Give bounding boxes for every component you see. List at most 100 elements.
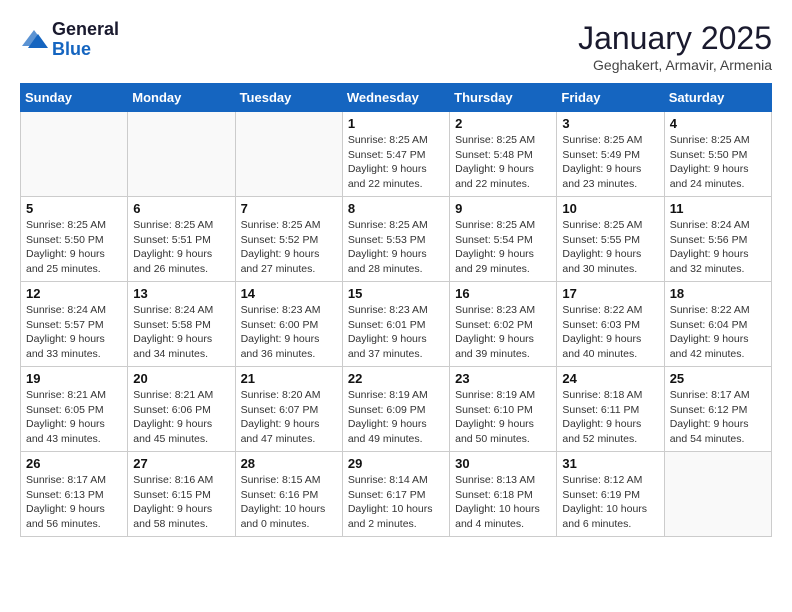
day-info: Sunrise: 8:25 AMSunset: 5:53 PMDaylight:… <box>348 218 444 277</box>
day-info: Sunrise: 8:25 AMSunset: 5:51 PMDaylight:… <box>133 218 229 277</box>
day-number: 22 <box>348 371 444 386</box>
week-row-2: 5Sunrise: 8:25 AMSunset: 5:50 PMDaylight… <box>21 197 772 282</box>
calendar-cell: 12Sunrise: 8:24 AMSunset: 5:57 PMDayligh… <box>21 282 128 367</box>
logo-text: General Blue <box>52 20 119 60</box>
week-row-4: 19Sunrise: 8:21 AMSunset: 6:05 PMDayligh… <box>21 367 772 452</box>
calendar-cell: 5Sunrise: 8:25 AMSunset: 5:50 PMDaylight… <box>21 197 128 282</box>
calendar-cell: 19Sunrise: 8:21 AMSunset: 6:05 PMDayligh… <box>21 367 128 452</box>
day-info: Sunrise: 8:15 AMSunset: 6:16 PMDaylight:… <box>241 473 337 532</box>
day-number: 5 <box>26 201 122 216</box>
day-number: 24 <box>562 371 658 386</box>
day-number: 28 <box>241 456 337 471</box>
day-number: 11 <box>670 201 766 216</box>
day-number: 26 <box>26 456 122 471</box>
calendar-cell <box>664 452 771 537</box>
calendar-cell: 25Sunrise: 8:17 AMSunset: 6:12 PMDayligh… <box>664 367 771 452</box>
week-row-1: 1 Sunrise: 8:25 AMSunset: 5:47 PMDaylight… <box>21 112 772 197</box>
day-info: Sunrise: 8:13 AMSunset: 6:18 PMDaylight:… <box>455 473 551 532</box>
weekday-header-tuesday: Tuesday <box>235 84 342 112</box>
day-info: Sunrise: 8:20 AMSunset: 6:07 PMDaylight:… <box>241 388 337 447</box>
day-info: Sunrise: 8:19 AMSunset: 6:10 PMDaylight:… <box>455 388 551 447</box>
day-info: Sunrise: 8:19 AMSunset: 6:09 PMDaylight:… <box>348 388 444 447</box>
calendar-cell: 26 Sunrise: 8:17 AMSunset: 6:13 PMDayligh… <box>21 452 128 537</box>
day-info: Sunrise: 8:24 AMSunset: 5:58 PMDaylight:… <box>133 303 229 362</box>
day-number: 21 <box>241 371 337 386</box>
day-number: 7 <box>241 201 337 216</box>
logo-general: General <box>52 20 119 40</box>
day-number: 14 <box>241 286 337 301</box>
day-number: 20 <box>133 371 229 386</box>
calendar-cell: 21 Sunrise: 8:20 AMSunset: 6:07 PMDayligh… <box>235 367 342 452</box>
calendar-cell: 30 Sunrise: 8:13 AMSunset: 6:18 PMDayligh… <box>450 452 557 537</box>
day-info: Sunrise: 8:17 AMSunset: 6:13 PMDaylight:… <box>26 473 122 532</box>
page: General Blue January 2025 Geghakert, Arm… <box>0 0 792 547</box>
weekday-header-monday: Monday <box>128 84 235 112</box>
day-info: Sunrise: 8:25 AMSunset: 5:55 PMDaylight:… <box>562 218 658 277</box>
day-number: 2 <box>455 116 551 131</box>
calendar-cell: 29Sunrise: 8:14 AMSunset: 6:17 PMDayligh… <box>342 452 449 537</box>
weekday-header-wednesday: Wednesday <box>342 84 449 112</box>
day-number: 17 <box>562 286 658 301</box>
calendar-cell: 7 Sunrise: 8:25 AMSunset: 5:52 PMDaylight… <box>235 197 342 282</box>
day-info: Sunrise: 8:14 AMSunset: 6:17 PMDaylight:… <box>348 473 444 532</box>
calendar-cell: 13Sunrise: 8:24 AMSunset: 5:58 PMDayligh… <box>128 282 235 367</box>
calendar-cell: 16 Sunrise: 8:23 AMSunset: 6:02 PMDayligh… <box>450 282 557 367</box>
day-info: Sunrise: 8:25 AMSunset: 5:50 PMDaylight:… <box>670 133 766 192</box>
day-info: Sunrise: 8:18 AMSunset: 6:11 PMDaylight:… <box>562 388 658 447</box>
day-number: 16 <box>455 286 551 301</box>
month-title: January 2025 <box>578 20 772 57</box>
calendar-table: SundayMondayTuesdayWednesdayThursdayFrid… <box>20 83 772 537</box>
day-info: Sunrise: 8:24 AMSunset: 5:56 PMDaylight:… <box>670 218 766 277</box>
calendar-cell: 23 Sunrise: 8:19 AMSunset: 6:10 PMDayligh… <box>450 367 557 452</box>
calendar-cell: 15Sunrise: 8:23 AMSunset: 6:01 PMDayligh… <box>342 282 449 367</box>
calendar-cell: 24 Sunrise: 8:18 AMSunset: 6:11 PMDayligh… <box>557 367 664 452</box>
calendar-cell: 6 Sunrise: 8:25 AMSunset: 5:51 PMDaylight… <box>128 197 235 282</box>
day-info: Sunrise: 8:24 AMSunset: 5:57 PMDaylight:… <box>26 303 122 362</box>
calendar-cell <box>21 112 128 197</box>
day-number: 23 <box>455 371 551 386</box>
day-info: Sunrise: 8:25 AMSunset: 5:54 PMDaylight:… <box>455 218 551 277</box>
calendar-cell: 8Sunrise: 8:25 AMSunset: 5:53 PMDaylight… <box>342 197 449 282</box>
calendar-cell: 28 Sunrise: 8:15 AMSunset: 6:16 PMDayligh… <box>235 452 342 537</box>
day-info: Sunrise: 8:16 AMSunset: 6:15 PMDaylight:… <box>133 473 229 532</box>
day-info: Sunrise: 8:25 AMSunset: 5:52 PMDaylight:… <box>241 218 337 277</box>
calendar-cell: 3Sunrise: 8:25 AMSunset: 5:49 PMDaylight… <box>557 112 664 197</box>
week-row-3: 12Sunrise: 8:24 AMSunset: 5:57 PMDayligh… <box>21 282 772 367</box>
calendar-cell <box>128 112 235 197</box>
day-info: Sunrise: 8:12 AMSunset: 6:19 PMDaylight:… <box>562 473 658 532</box>
header: General Blue January 2025 Geghakert, Arm… <box>20 20 772 73</box>
calendar-cell: 14Sunrise: 8:23 AMSunset: 6:00 PMDayligh… <box>235 282 342 367</box>
day-info: Sunrise: 8:17 AMSunset: 6:12 PMDaylight:… <box>670 388 766 447</box>
calendar-cell <box>235 112 342 197</box>
logo-icon <box>20 26 48 54</box>
logo: General Blue <box>20 20 119 60</box>
calendar-cell: 31Sunrise: 8:12 AMSunset: 6:19 PMDayligh… <box>557 452 664 537</box>
calendar-cell: 27Sunrise: 8:16 AMSunset: 6:15 PMDayligh… <box>128 452 235 537</box>
day-number: 9 <box>455 201 551 216</box>
week-row-5: 26 Sunrise: 8:17 AMSunset: 6:13 PMDayligh… <box>21 452 772 537</box>
day-info: Sunrise: 8:22 AMSunset: 6:04 PMDaylight:… <box>670 303 766 362</box>
day-info: Sunrise: 8:21 AMSunset: 6:06 PMDaylight:… <box>133 388 229 447</box>
day-number: 15 <box>348 286 444 301</box>
day-number: 30 <box>455 456 551 471</box>
logo-blue: Blue <box>52 40 119 60</box>
day-number: 1 <box>348 116 444 131</box>
weekday-header-thursday: Thursday <box>450 84 557 112</box>
day-number: 18 <box>670 286 766 301</box>
calendar-cell: 22 Sunrise: 8:19 AMSunset: 6:09 PMDayligh… <box>342 367 449 452</box>
calendar-cell: 9 Sunrise: 8:25 AMSunset: 5:54 PMDaylight… <box>450 197 557 282</box>
weekday-header-friday: Friday <box>557 84 664 112</box>
day-number: 3 <box>562 116 658 131</box>
calendar-cell: 20 Sunrise: 8:21 AMSunset: 6:06 PMDayligh… <box>128 367 235 452</box>
location-subtitle: Geghakert, Armavir, Armenia <box>578 57 772 73</box>
calendar-cell: 10Sunrise: 8:25 AMSunset: 5:55 PMDayligh… <box>557 197 664 282</box>
day-info: Sunrise: 8:21 AMSunset: 6:05 PMDaylight:… <box>26 388 122 447</box>
day-number: 4 <box>670 116 766 131</box>
day-info: Sunrise: 8:23 AMSunset: 6:02 PMDaylight:… <box>455 303 551 362</box>
day-info: Sunrise: 8:25 AMSunset: 5:48 PMDaylight:… <box>455 133 551 192</box>
day-info: Sunrise: 8:22 AMSunset: 6:03 PMDaylight:… <box>562 303 658 362</box>
day-number: 6 <box>133 201 229 216</box>
calendar-cell: 2 Sunrise: 8:25 AMSunset: 5:48 PMDaylight… <box>450 112 557 197</box>
calendar-cell: 17 Sunrise: 8:22 AMSunset: 6:03 PMDayligh… <box>557 282 664 367</box>
day-info: Sunrise: 8:25 AMSunset: 5:47 PMDaylight:… <box>348 133 444 192</box>
